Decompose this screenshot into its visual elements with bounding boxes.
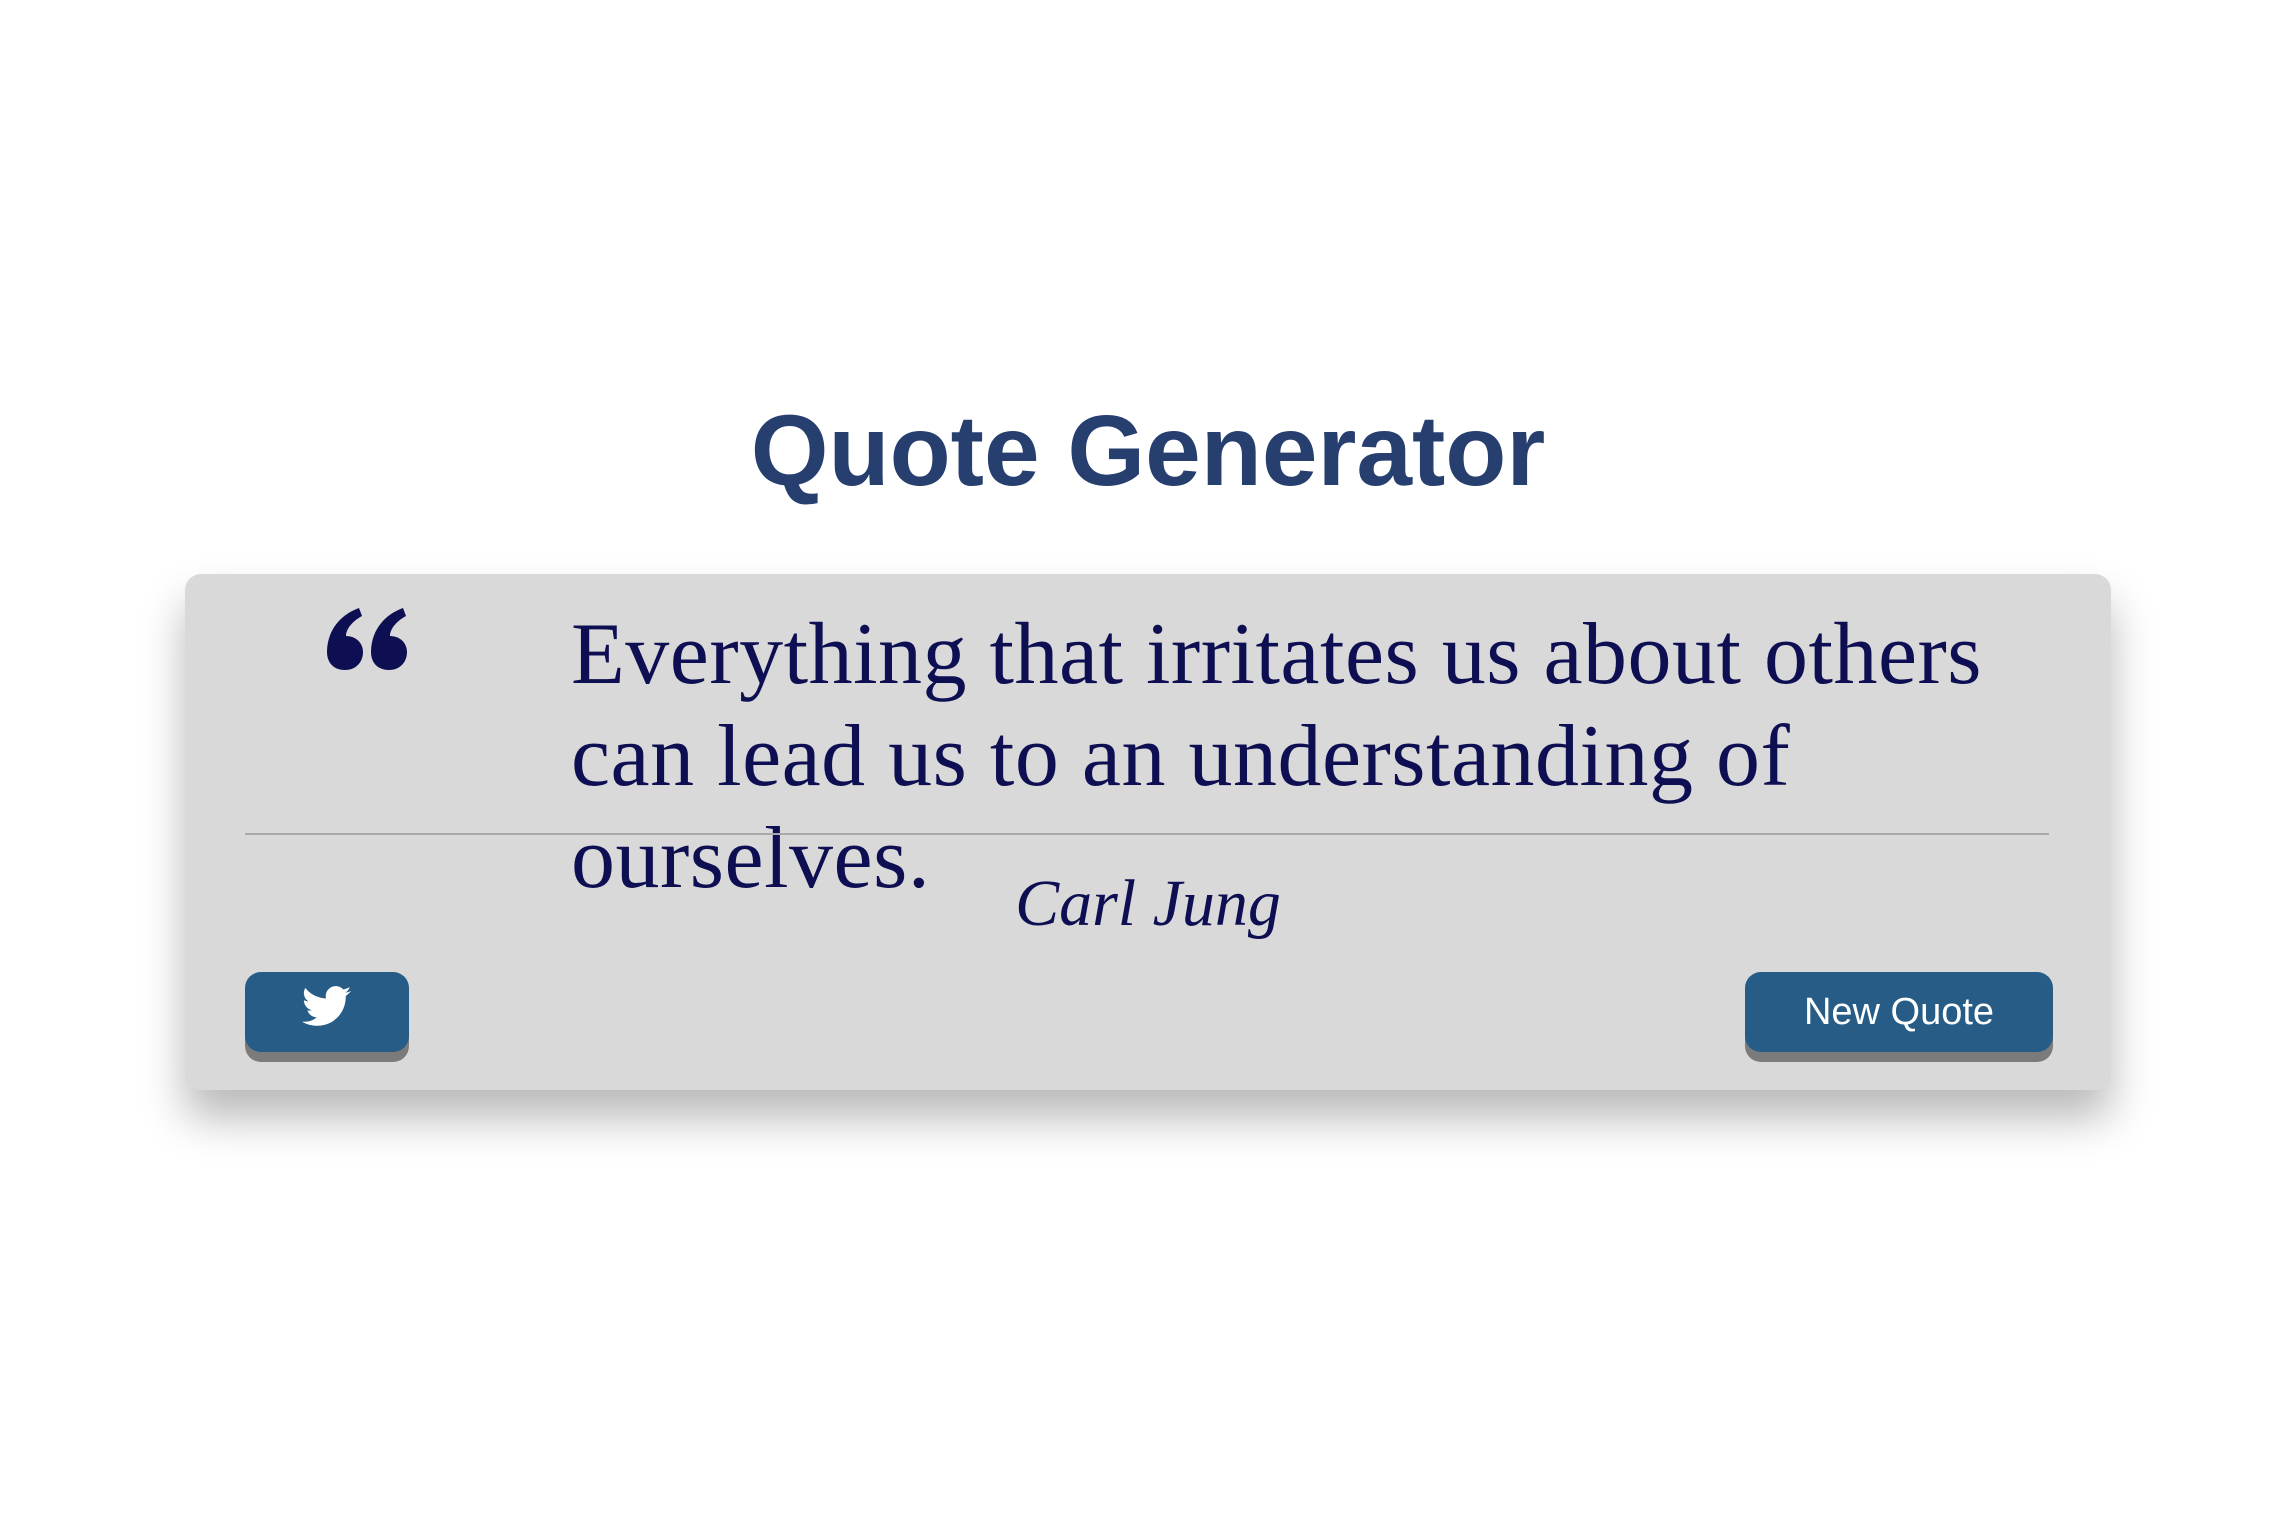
twitter-icon [302,986,352,1038]
page-title: Quote Generator [750,395,1546,507]
quote-left-icon [325,604,415,694]
divider [245,833,2049,835]
tweet-button[interactable] [245,972,409,1052]
quote-author: Carl Jung [1015,867,1281,940]
quote-card: Everything that irritates us about other… [185,574,2111,1090]
quote-generator-page: Quote Generator Everything that irritate… [0,0,2296,1520]
new-quote-button[interactable]: New Quote [1745,972,2053,1052]
